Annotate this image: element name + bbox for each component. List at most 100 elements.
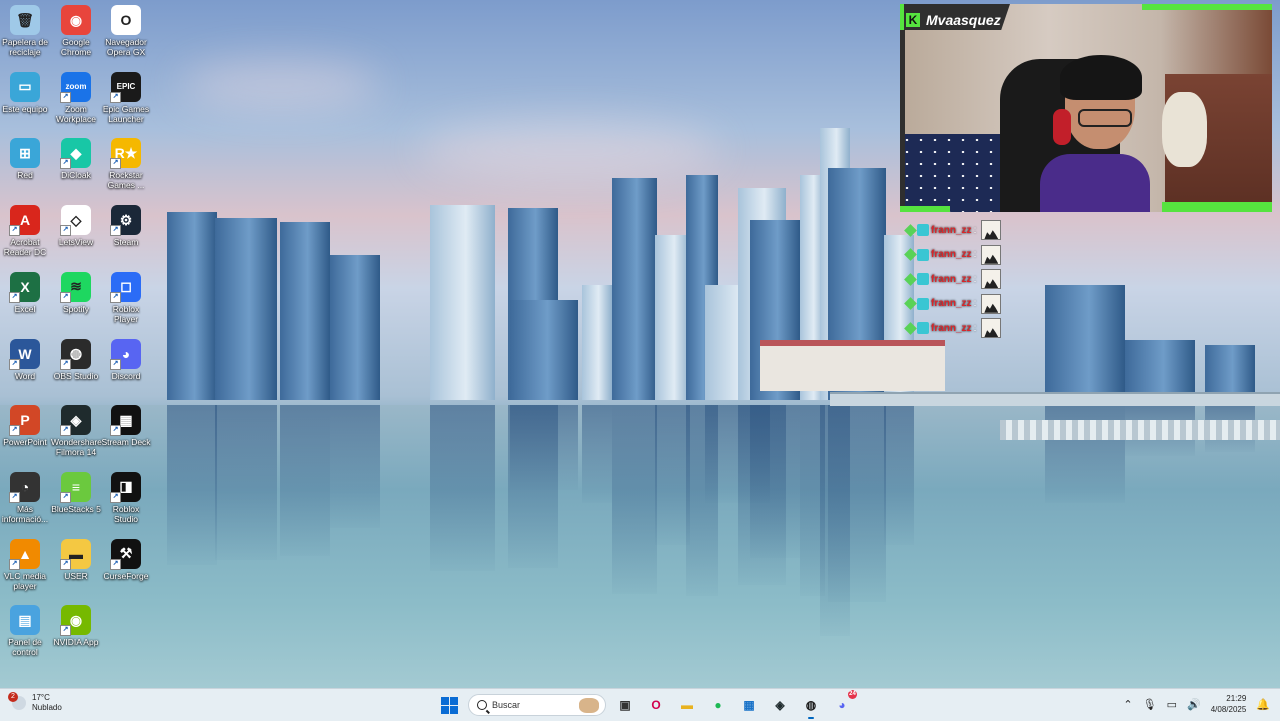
- wallpaper-building: [330, 255, 380, 400]
- weather-widget[interactable]: 2 17°C Nublado: [8, 692, 62, 713]
- taskbar-app-microsoft-store[interactable]: ▦: [737, 693, 761, 717]
- chat-username: frann_zz: [931, 298, 972, 310]
- taskbar-center: Buscar ▣ O ▬ ● ▦ ◈ ◍ ◕ 24: [437, 690, 857, 719]
- taskbar-app-opera-gx[interactable]: O: [644, 693, 668, 717]
- desktop-icon-discord[interactable]: ◕ ↗ Discord: [101, 338, 151, 381]
- taskbar-app-task-view[interactable]: ▣: [613, 693, 637, 717]
- spotify-icon: ≋ ↗: [60, 271, 91, 303]
- windows-logo-icon: [440, 696, 458, 714]
- taskbar-app-discord[interactable]: ◕ 24: [830, 690, 857, 717]
- desktop-icon-roblox-studio[interactable]: ◨ ↗ Roblox Studio: [101, 471, 151, 524]
- volume-icon[interactable]: 🔊: [1187, 698, 1201, 711]
- start-button[interactable]: [437, 693, 461, 717]
- streamer-nameplate: K Mvaasquez: [902, 9, 1016, 31]
- chat-gem-badge-icon: [904, 297, 917, 311]
- desktop-icon-curseforge[interactable]: ⚒ ↗ CurseForge: [101, 538, 151, 581]
- desktop-icon-excel[interactable]: X ↗ Excel: [0, 271, 50, 314]
- curseforge-icon: ⚒ ↗: [110, 538, 141, 570]
- desktop-icon-steam[interactable]: ⚙ ↗ Steam: [101, 205, 151, 247]
- shortcut-arrow-icon: ↗: [9, 491, 20, 503]
- desktop-icon-computer[interactable]: ▭ Este equipo: [0, 71, 50, 114]
- desktop-icon-label: VLC media player: [3, 570, 47, 591]
- recycle-bin-icon: 🗑: [10, 5, 40, 35]
- network-icon[interactable]: ▭: [1167, 698, 1177, 711]
- desktop-icon-roblox[interactable]: ◻ ↗ Roblox Player: [101, 271, 151, 324]
- opera-gx-icon: O: [651, 698, 661, 712]
- desktop-icon-epic-games[interactable]: EPIC ↗ Epic Games Launcher: [101, 71, 151, 124]
- desktop-icon-filmora[interactable]: ◈ ↗ Wondershare Filmora 14: [51, 405, 102, 457]
- shortcut-arrow-icon: ↗: [110, 158, 121, 170]
- desktop-icon-zoom[interactable]: zoom ↗ Zoom Workplace: [51, 71, 101, 124]
- file-explorer-icon: ▬: [681, 698, 693, 712]
- search-placeholder: Buscar: [492, 700, 521, 710]
- desktop-icon-spotify[interactable]: ≋ ↗ Spotify: [51, 271, 101, 314]
- chat-subscriber-badge-icon: [917, 224, 929, 237]
- shortcut-arrow-icon: ↗: [110, 425, 121, 437]
- shortcut-arrow-icon: ↗: [60, 158, 71, 170]
- desktop-icon-network[interactable]: ⊞ Red: [0, 138, 50, 180]
- desktop-icon-folder[interactable]: ▬ ↗ USER: [51, 538, 101, 581]
- roblox-icon: ◻ ↗: [110, 271, 141, 303]
- wallpaper-reflection: [330, 405, 380, 528]
- desktop-icon-acrobat[interactable]: A ↗ Acrobat Reader DC: [0, 205, 50, 257]
- system-clock[interactable]: 21:29 4/08/2025: [1211, 693, 1247, 715]
- shortcut-arrow-icon: ↗: [60, 625, 71, 637]
- desktop-icon-dicloak[interactable]: ◆ ↗ DiCloak: [51, 138, 101, 180]
- shortcut-arrow-icon: ↗: [9, 291, 20, 303]
- desktop-icon-chrome[interactable]: ◉ Google Chrome: [51, 5, 101, 57]
- desktop-icon-recycle-bin[interactable]: 🗑 Papelera de reciclaje: [0, 5, 50, 57]
- desktop-icon-opera-gx[interactable]: O Navegador Opera GX: [101, 5, 151, 57]
- desktop-icon-info[interactable]: ◔ ↗ Más informació...: [0, 471, 50, 524]
- shortcut-arrow-icon: ↗: [9, 558, 20, 570]
- shortcut-arrow-icon: ↗: [60, 558, 71, 570]
- notification-bell-icon[interactable]: 🔔: [1256, 698, 1270, 711]
- desktop-icon-label: LetsView: [58, 237, 94, 248]
- webcam-streamer: [1040, 55, 1150, 212]
- desktop-icon-label: Epic Games Launcher: [102, 103, 150, 124]
- desktop-icon-label: Steam: [113, 237, 139, 248]
- desktop-icon-rockstar[interactable]: R★ ↗ Rockstar Games ...: [101, 138, 151, 190]
- taskbar-app-spotify[interactable]: ●: [706, 693, 730, 717]
- filmora-icon: ◈ ↗: [60, 405, 91, 437]
- shortcut-arrow-icon: ↗: [60, 225, 71, 237]
- desktop-icon-stream-deck[interactable]: ▦ ↗ Stream Deck: [101, 405, 151, 447]
- desktop-icon-label: Este equipo: [2, 103, 48, 114]
- desktop-icon-control-panel[interactable]: ▤ Panel de control: [0, 605, 50, 657]
- chat-emote-icon: [981, 318, 1002, 339]
- wallpaper-reflection: [582, 405, 612, 503]
- wallpaper-building-museum: [760, 340, 945, 391]
- desktop-icon-bluestacks[interactable]: ≡ ↗ BlueStacks 5: [51, 471, 101, 514]
- clock-date: 4/08/2025: [1210, 705, 1247, 714]
- taskbar-app-file-explorer[interactable]: ▬: [675, 693, 699, 717]
- microsoft-store-icon: ▦: [743, 698, 755, 712]
- desktop-icon-label: Roblox Player: [112, 303, 140, 324]
- desktop-icon-label: USER: [64, 570, 88, 581]
- desktop-icon-vlc[interactable]: ▲ ↗ VLC media player: [0, 538, 50, 591]
- chat-separator: :: [973, 224, 977, 236]
- shortcut-arrow-icon: ↗: [60, 291, 71, 303]
- desktop-icon-powerpoint[interactable]: P ↗ PowerPoint: [0, 405, 50, 447]
- taskbar-app-obs-studio[interactable]: ◍: [799, 693, 823, 719]
- shortcut-arrow-icon: ↗: [110, 558, 121, 570]
- desktop-icon-label: Acrobat Reader DC: [3, 237, 47, 258]
- microphone-icon[interactable]: 🎙: [1143, 698, 1157, 711]
- desktop-icon-nvidia[interactable]: ◉ ↗ NVIDIA App: [51, 605, 101, 647]
- stream-chat-overlay: frann_zz: frann_zz: frann_zz: frann_zz: fran…: [904, 218, 1024, 341]
- zoom-icon: zoom ↗: [60, 71, 91, 103]
- chevron-up-icon[interactable]: ⌃: [1123, 698, 1132, 711]
- desktop-icon-obs[interactable]: ◍ ↗ OBS Studio: [51, 338, 101, 381]
- shortcut-arrow-icon: ↗: [110, 491, 121, 503]
- taskbar-app-filmora[interactable]: ◈: [768, 693, 792, 717]
- desktop-icon-label: Más informació...: [1, 503, 49, 524]
- chat-message: frann_zz:: [904, 243, 1024, 268]
- streamer-hair: [1060, 55, 1142, 100]
- taskbar-search-box[interactable]: Buscar: [468, 694, 606, 716]
- discord-icon: ◕: [838, 698, 846, 712]
- chat-emote-icon: [981, 220, 1002, 241]
- desktop-icon-letsview[interactable]: ◇ ↗ LetsView: [51, 205, 101, 247]
- desktop-icon-word[interactable]: W ↗ Word: [0, 338, 50, 381]
- wallpaper-building: [582, 285, 612, 400]
- control-panel-icon: ▤: [10, 605, 40, 636]
- wallpaper-cloud: [180, 60, 380, 110]
- desktop-icon-label: Excel: [14, 303, 36, 314]
